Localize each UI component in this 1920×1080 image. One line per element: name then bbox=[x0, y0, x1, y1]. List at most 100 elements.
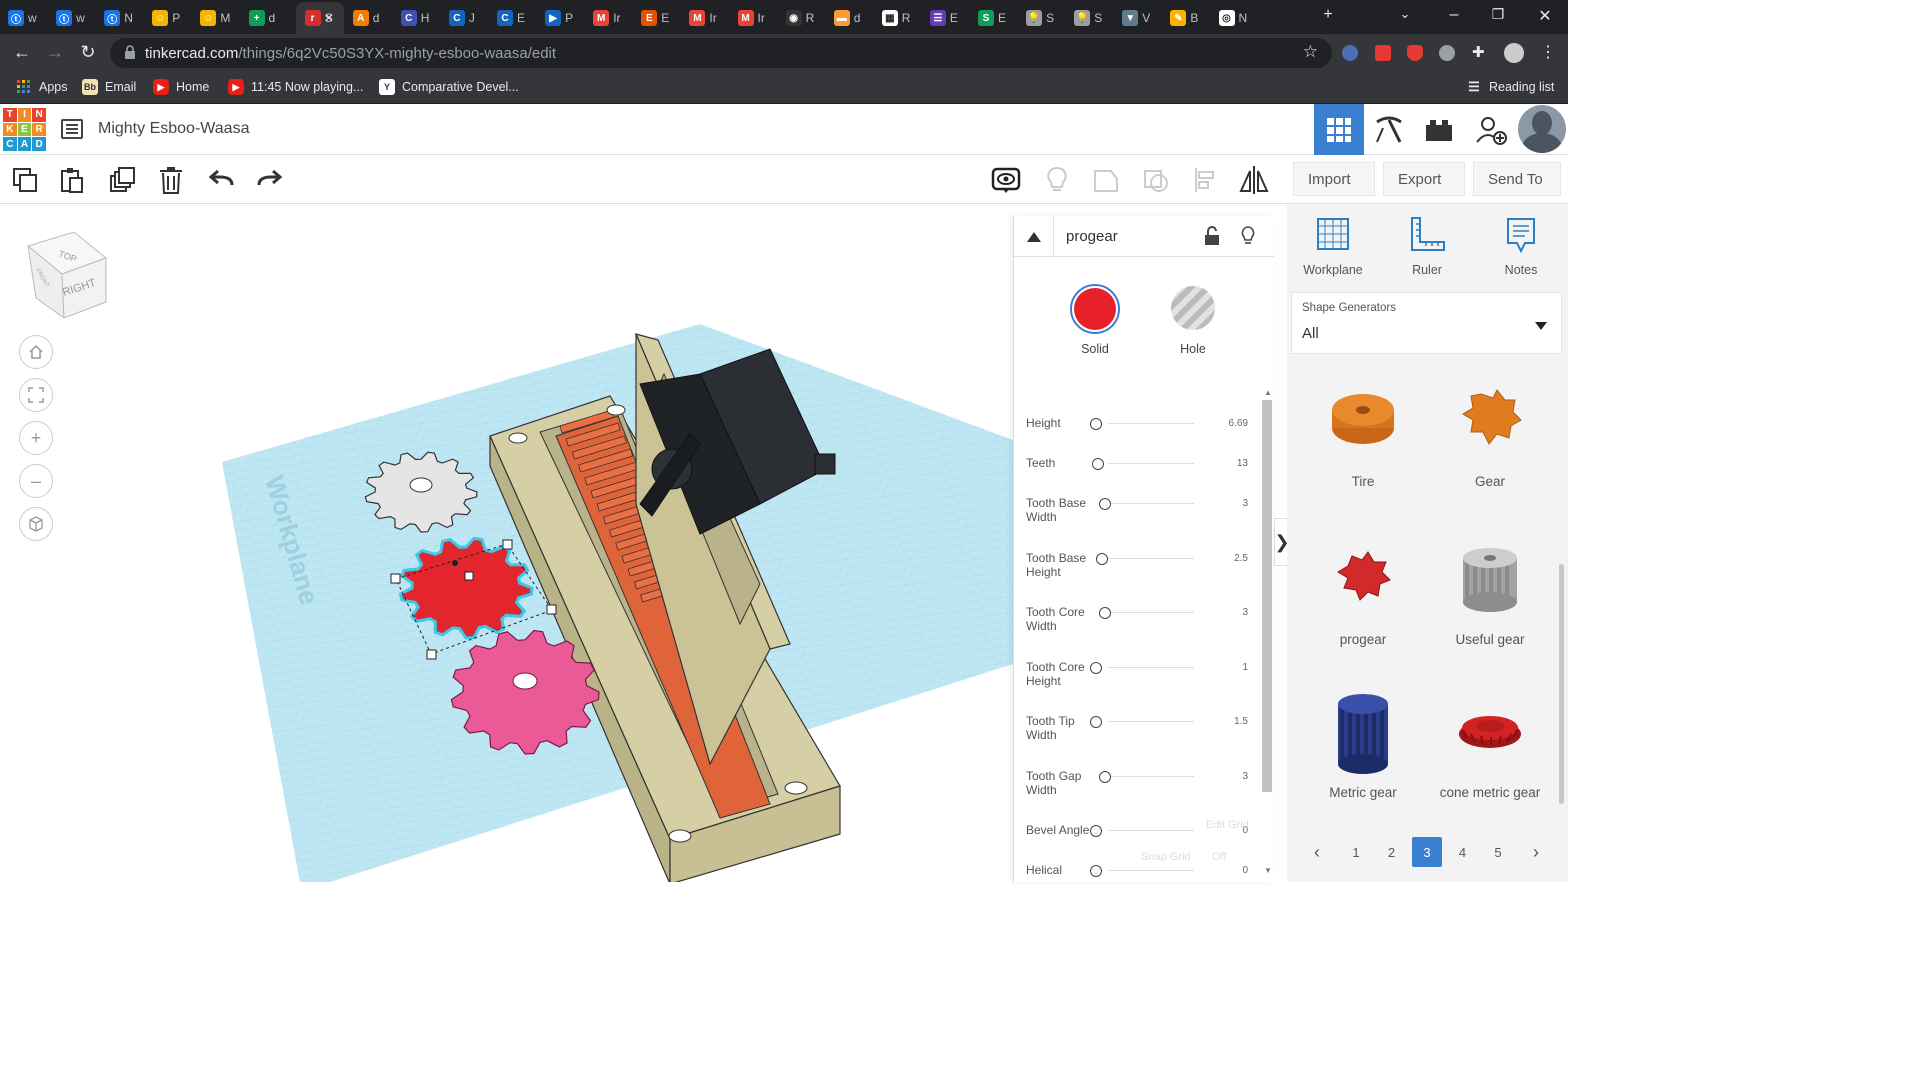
close-window-icon[interactable]: ✕ bbox=[1533, 6, 1557, 26]
browser-tab[interactable]: ☺ P bbox=[152, 6, 180, 30]
browser-tab[interactable]: ▦ R bbox=[881, 6, 910, 30]
bookmark-apps[interactable]: Apps bbox=[16, 79, 68, 95]
param-slider-knob[interactable] bbox=[1090, 825, 1102, 837]
home-view-button[interactable] bbox=[19, 335, 53, 369]
bookmark-home[interactable]: ▶ Home bbox=[153, 79, 209, 95]
delete-button[interactable] bbox=[154, 163, 188, 197]
param-slider-track[interactable] bbox=[1108, 612, 1194, 613]
address-bar[interactable]: tinkercad.com/things/6q2Vc50S3YX-mighty-… bbox=[110, 38, 1332, 68]
param-slider-track[interactable] bbox=[1108, 557, 1194, 559]
design-list-icon[interactable] bbox=[60, 117, 84, 146]
shape-generators-dropdown[interactable]: Shape Generators All bbox=[1291, 292, 1562, 354]
workplane-tool[interactable]: Workplane bbox=[1293, 216, 1373, 277]
param-slider-knob[interactable] bbox=[1090, 716, 1102, 728]
browser-tab[interactable]: ⓣ w bbox=[56, 6, 85, 30]
lightbulb-icon[interactable] bbox=[1240, 225, 1256, 252]
browser-tab[interactable]: ☺ M bbox=[200, 6, 230, 30]
browser-tab[interactable]: M Ir bbox=[593, 6, 621, 30]
param-slider-knob[interactable] bbox=[1098, 607, 1111, 619]
param-value[interactable]: 0 bbox=[1242, 865, 1248, 876]
browser-tab[interactable]: ✎ B bbox=[1170, 6, 1198, 30]
browser-tab[interactable]: Ad bbox=[352, 6, 379, 30]
notes-tool[interactable]: Notes bbox=[1481, 216, 1561, 277]
reload-icon[interactable]: ↻ bbox=[77, 42, 99, 63]
param-slider-track[interactable] bbox=[1108, 423, 1194, 424]
param-slider-knob[interactable] bbox=[1090, 418, 1102, 430]
shape-card[interactable] bbox=[1430, 388, 1550, 451]
page-number[interactable]: 3 bbox=[1412, 837, 1442, 867]
zoom-in-button[interactable]: + bbox=[19, 421, 53, 455]
resize-handle[interactable] bbox=[426, 649, 437, 660]
shape-card[interactable] bbox=[1303, 546, 1423, 609]
bricks-button[interactable] bbox=[1414, 104, 1464, 155]
ruler-tool[interactable]: Ruler bbox=[1387, 216, 1467, 277]
param-value[interactable]: 3 bbox=[1242, 771, 1248, 782]
browser-tab[interactable]: SE bbox=[978, 6, 1006, 30]
back-icon[interactable]: ← bbox=[11, 42, 33, 63]
param-value[interactable]: 1 bbox=[1242, 662, 1248, 673]
browser-tab[interactable]: M Ir bbox=[689, 6, 717, 30]
browser-tab[interactable]: ⓣ N bbox=[104, 6, 133, 30]
show-all-button[interactable] bbox=[989, 163, 1023, 197]
param-slider-track[interactable] bbox=[1108, 775, 1194, 777]
scrollbar[interactable]: ▲ ▼ bbox=[1260, 386, 1272, 882]
browser-tab[interactable]: ▼ V bbox=[1122, 6, 1150, 30]
extension-icon[interactable] bbox=[1407, 45, 1423, 61]
page-number[interactable]: 2 bbox=[1377, 837, 1407, 867]
bookmark-now-playing[interactable]: ▶ 11:45 Now playing... bbox=[228, 79, 363, 95]
resize-handle[interactable] bbox=[546, 604, 557, 615]
bookmark-star-icon[interactable]: ☆ bbox=[1303, 42, 1318, 62]
param-slider-track[interactable] bbox=[1108, 666, 1194, 668]
extension-icon[interactable] bbox=[1439, 45, 1455, 61]
param-slider-knob[interactable] bbox=[1096, 552, 1109, 565]
align-button[interactable] bbox=[1189, 163, 1223, 197]
restore-icon[interactable]: ❐ bbox=[1486, 6, 1510, 23]
param-value[interactable]: 3 bbox=[1242, 498, 1248, 509]
browser-tab[interactable]: ◉ R bbox=[785, 6, 814, 30]
edit-grid-label[interactable]: Edit Grid bbox=[1206, 819, 1249, 831]
param-slider-track[interactable] bbox=[1108, 870, 1194, 871]
page-number[interactable]: 1 bbox=[1341, 837, 1371, 867]
browser-tab[interactable]: + d bbox=[248, 6, 275, 30]
param-value[interactable]: 13 bbox=[1237, 458, 1248, 469]
ungroup-button[interactable] bbox=[1139, 163, 1173, 197]
browser-tab[interactable]: CJ bbox=[448, 6, 475, 30]
browser-tab[interactable]: ◎ N bbox=[1218, 6, 1247, 30]
redo-button[interactable] bbox=[252, 163, 286, 197]
import-button[interactable]: Import bbox=[1293, 162, 1375, 196]
minimize-icon[interactable]: – bbox=[1442, 6, 1466, 24]
browser-tab[interactable]: CH bbox=[400, 6, 429, 30]
param-value[interactable]: 2.5 bbox=[1234, 553, 1248, 564]
param-value[interactable]: 1.5 bbox=[1234, 716, 1248, 727]
extension-icon[interactable] bbox=[1375, 45, 1391, 61]
view-cube[interactable]: TOP RIGHT FRONT bbox=[22, 226, 112, 320]
profile-avatar[interactable] bbox=[1504, 43, 1524, 63]
page-number[interactable]: 5 bbox=[1483, 837, 1513, 867]
paste-button[interactable] bbox=[55, 163, 89, 197]
param-slider-track[interactable] bbox=[1108, 721, 1194, 722]
3d-view-button[interactable] bbox=[1314, 104, 1364, 155]
browser-tab[interactable]: ☰ E bbox=[929, 6, 958, 30]
extensions-puzzle-icon[interactable]: ✚ bbox=[1472, 43, 1488, 61]
export-button[interactable]: Export bbox=[1383, 162, 1465, 196]
group-button[interactable] bbox=[1089, 163, 1123, 197]
send-to-button[interactable]: Send To bbox=[1473, 162, 1561, 196]
param-slider-track[interactable] bbox=[1108, 463, 1194, 464]
invite-user-button[interactable] bbox=[1466, 104, 1516, 155]
zoom-out-button[interactable]: – bbox=[19, 464, 53, 498]
browser-tab[interactable]: CE bbox=[497, 6, 525, 30]
center-handle[interactable] bbox=[464, 571, 474, 581]
shape-card[interactable] bbox=[1303, 388, 1423, 451]
panel-scrollbar[interactable] bbox=[1559, 564, 1564, 804]
param-slider-knob[interactable] bbox=[1090, 865, 1102, 877]
forward-icon[interactable]: → bbox=[44, 42, 66, 63]
param-value[interactable]: 6.69 bbox=[1229, 418, 1248, 429]
3d-canvas[interactable]: Workplane TOP RIGHT FRONT + – bbox=[0, 204, 1013, 882]
browser-tab[interactable]: EE bbox=[641, 6, 669, 30]
copy-button[interactable] bbox=[8, 163, 42, 197]
extension-icon[interactable] bbox=[1342, 45, 1358, 61]
blocks-button[interactable] bbox=[1364, 104, 1414, 155]
duplicate-button[interactable] bbox=[105, 163, 139, 197]
design-title[interactable]: Mighty Esboo-Waasa bbox=[98, 120, 249, 138]
shape-card[interactable] bbox=[1430, 704, 1550, 757]
